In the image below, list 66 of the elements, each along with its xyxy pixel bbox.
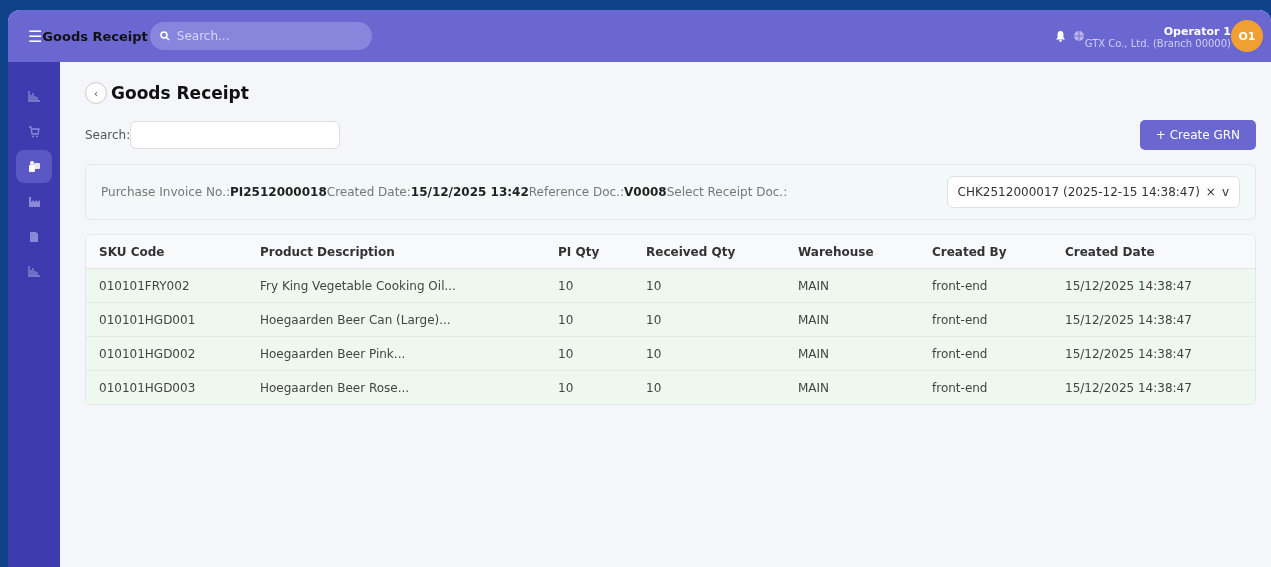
search-icon (159, 31, 170, 41)
boxes-icon (27, 160, 41, 173)
table-cell: Fry King Vegetable Cooking Oil... (247, 268, 545, 303)
search-label: Search: (85, 128, 131, 142)
table-cell: 10 (633, 370, 785, 404)
bell-icon[interactable] (1054, 30, 1066, 42)
table-cell: MAIN (785, 268, 919, 303)
create-grn-button[interactable]: + Create GRN (1139, 120, 1256, 150)
column-header: Created By (919, 235, 1052, 269)
table-cell: 15/12/2025 14:38:47 (1052, 302, 1255, 337)
caret-icon[interactable]: v (1221, 185, 1229, 199)
table-cell: front-end (919, 370, 1052, 404)
table-cell: 15/12/2025 14:38:47 (1052, 336, 1255, 371)
search-field[interactable]: Search... (149, 22, 372, 50)
table-cell: 010101HGD003 (86, 370, 247, 404)
table-cell: front-end (919, 336, 1052, 371)
cart-icon (28, 125, 40, 138)
table-cell: 010101HGD001 (86, 302, 247, 337)
table-cell: front-end (919, 302, 1052, 337)
select-label: Select Receipt Doc.: (666, 185, 788, 199)
column-header: SKU Code (86, 235, 247, 269)
column-header: Warehouse (785, 235, 919, 269)
back-button[interactable]: ‹ (85, 82, 107, 104)
table-cell: 10 (545, 302, 633, 337)
column-header: PI Qty (545, 235, 633, 269)
table-cell: 10 (633, 302, 785, 337)
user-name: Operator 1 (1163, 25, 1231, 38)
company-name: GTX Co., Ltd. (Branch 00000) (1084, 38, 1231, 49)
select-value: CHK2512000017 (2025-12-15 14:38:47) (957, 185, 1200, 199)
receipt-select[interactable]: CHK2512000017 (2025-12-15 14:38:47) × v (946, 176, 1240, 208)
factory-icon (27, 196, 41, 207)
table-cell: 10 (545, 336, 633, 371)
sidebar-item[interactable] (16, 150, 52, 183)
info-label: Purchase Invoice No.: (101, 185, 230, 199)
table-cell: front-end (919, 268, 1052, 303)
table-cell: 010101FRY002 (86, 268, 247, 303)
table-cell: 10 (545, 268, 633, 303)
info-value: V0008 (624, 185, 667, 199)
app-title: Goods Receipt (42, 28, 148, 44)
table-cell: Hoegaarden Beer Rose... (247, 370, 545, 404)
menu-icon[interactable]: ☰ (28, 26, 43, 46)
table-cell: 010101HGD002 (86, 336, 247, 371)
bar-chart-icon (28, 91, 40, 102)
info-label: Reference Doc.: (528, 185, 624, 199)
bar-chart-icon (28, 266, 40, 277)
table-cell: MAIN (785, 302, 919, 337)
page-title: Goods Receipt (111, 83, 249, 103)
column-header: Received Qty (633, 235, 785, 269)
clear-icon[interactable]: × (1205, 185, 1216, 199)
info-value: 15/12/2025 13:42 (410, 185, 529, 199)
table-cell: Hoegaarden Beer Can (Large)... (247, 302, 545, 337)
table-cell: MAIN (785, 370, 919, 404)
table-cell: MAIN (785, 336, 919, 371)
document-icon (29, 230, 39, 243)
table-cell: 15/12/2025 14:38:47 (1052, 370, 1255, 404)
table-cell: 10 (545, 370, 633, 404)
table-cell: 10 (633, 336, 785, 371)
globe-icon[interactable] (1072, 30, 1085, 42)
table-cell: 10 (633, 268, 785, 303)
table-cell: Hoegaarden Beer Pink... (247, 336, 545, 371)
column-header: Created Date (1052, 235, 1255, 269)
info-label: Created Date: (326, 185, 411, 199)
table-cell: 15/12/2025 14:38:47 (1052, 268, 1255, 303)
search-input[interactable] (130, 121, 341, 149)
column-header: Product Description (247, 235, 545, 269)
info-value: PI2512000018 (230, 185, 327, 199)
